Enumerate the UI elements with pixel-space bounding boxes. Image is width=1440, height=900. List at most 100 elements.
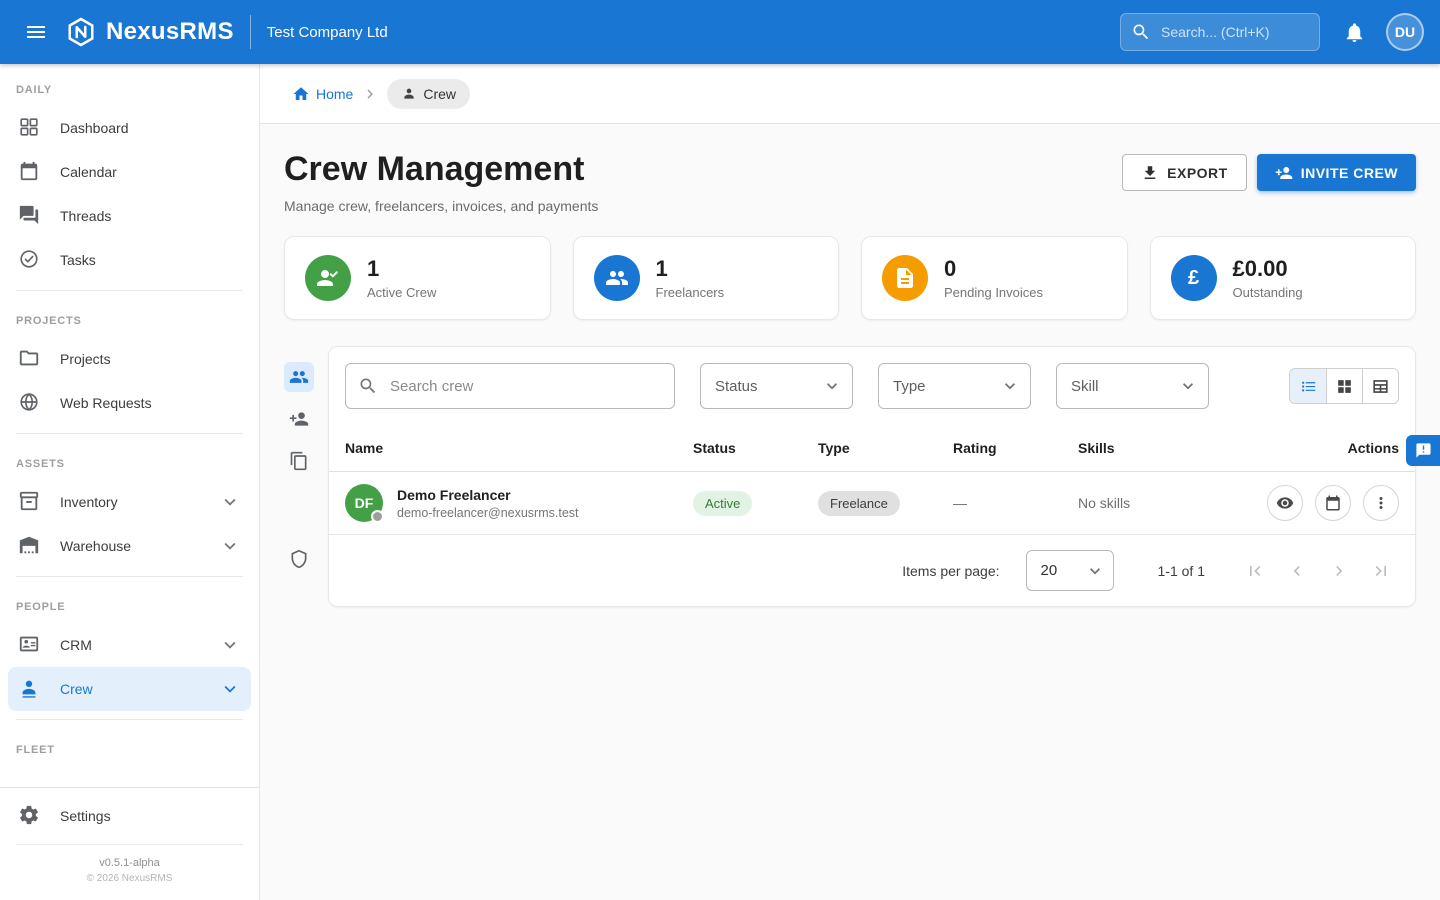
sidebar-item-tasks[interactable]: Tasks — [8, 238, 251, 282]
first-page-icon — [1245, 561, 1265, 581]
crew-search-input[interactable] — [388, 377, 662, 396]
crm-icon — [18, 633, 42, 657]
next-page-button[interactable] — [1321, 553, 1357, 589]
table-view-icon — [1371, 377, 1390, 396]
chevron-down-icon — [219, 634, 241, 656]
sidebar-item-warehouse[interactable]: Warehouse — [8, 524, 251, 568]
column-header-actions: Actions — [1215, 425, 1415, 472]
gear-icon — [18, 804, 42, 828]
grid-view-button[interactable] — [1326, 369, 1362, 403]
more-actions-button[interactable] — [1363, 485, 1399, 521]
section-label-projects: PROJECTS — [0, 299, 259, 337]
global-search[interactable] — [1120, 13, 1320, 51]
export-button[interactable]: EXPORT — [1122, 154, 1247, 191]
sidebar-item-dashboard[interactable]: Dashboard — [8, 106, 251, 150]
copyright: © 2026 NexusRMS — [16, 873, 243, 884]
pagination-range: 1-1 of 1 — [1158, 563, 1205, 579]
sidebar-item-calendar[interactable]: Calendar — [8, 150, 251, 194]
search-icon — [1131, 22, 1151, 42]
sidebar-item-crew[interactable]: Crew — [8, 667, 251, 711]
skill-filter-select[interactable]: Skill — [1056, 363, 1209, 409]
sidebar-item-label: Web Requests — [60, 395, 152, 411]
schedule-crew-button[interactable] — [1315, 485, 1351, 521]
page-header: Crew Management Manage crew, freelancers… — [284, 150, 1416, 214]
sidebar-divider — [16, 433, 243, 434]
app-version: v0.5.1-alpha — [16, 857, 243, 869]
sidebar-item-label: CRM — [60, 637, 92, 653]
sidebar-footer: v0.5.1-alpha © 2026 NexusRMS — [16, 844, 243, 894]
sidebar-item-threads[interactable]: Threads — [8, 194, 251, 238]
person-add-icon — [1275, 164, 1293, 182]
person-check-icon — [305, 255, 351, 301]
global-search-input[interactable] — [1159, 23, 1309, 41]
table-view-button[interactable] — [1362, 369, 1398, 403]
view-crew-button[interactable] — [1267, 485, 1303, 521]
notifications-button[interactable] — [1334, 12, 1374, 52]
rail-documents-button[interactable] — [284, 446, 314, 476]
hamburger-icon — [24, 20, 48, 44]
stat-label: Outstanding — [1233, 285, 1303, 300]
sidebar-item-label: Warehouse — [60, 538, 131, 554]
brand[interactable]: NexusRMS — [66, 17, 234, 47]
user-avatar[interactable]: DU — [1386, 13, 1424, 51]
company-name: Test Company Ltd — [267, 24, 388, 41]
status-filter-select[interactable]: Status — [700, 363, 853, 409]
last-page-icon — [1371, 561, 1391, 581]
rail-invite-button[interactable] — [284, 404, 314, 434]
search-icon — [358, 376, 378, 396]
pagination-nav — [1237, 553, 1399, 589]
menu-button[interactable] — [16, 12, 56, 52]
first-page-button[interactable] — [1237, 553, 1273, 589]
more-vert-icon — [1372, 494, 1390, 512]
person-icon — [401, 86, 417, 102]
sidebar-item-crm[interactable]: CRM — [8, 623, 251, 667]
chevron-down-icon — [822, 376, 842, 396]
sidebar-item-settings[interactable]: Settings — [8, 794, 251, 838]
section-label-people: PEOPLE — [0, 585, 259, 623]
calendar-icon — [18, 160, 42, 184]
breadcrumb-home-link[interactable]: Home — [292, 85, 353, 103]
list-view-button[interactable] — [1290, 369, 1326, 403]
stat-card-pending-invoices: 0 Pending Invoices — [861, 236, 1128, 320]
feedback-button[interactable] — [1406, 435, 1440, 466]
sidebar-item-projects[interactable]: Projects — [8, 337, 251, 381]
column-header-type: Type — [802, 425, 937, 472]
chevron-down-icon — [219, 491, 241, 513]
threads-icon — [18, 204, 42, 228]
stat-label: Freelancers — [656, 285, 725, 300]
sidebar-item-inventory[interactable]: Inventory — [8, 480, 251, 524]
items-per-page-value: 20 — [1041, 562, 1058, 579]
grid-view-icon — [1335, 377, 1354, 396]
sidebar-divider — [16, 576, 243, 577]
table-row[interactable]: DF Demo Freelancer demo-freelancer@nexus… — [329, 472, 1415, 535]
tasks-icon — [18, 248, 42, 272]
sidebar-bottom: Settings v0.5.1-alpha © 2026 NexusRMS — [0, 787, 259, 900]
type-filter-select[interactable]: Type — [878, 363, 1031, 409]
rail-permissions-button[interactable] — [284, 544, 314, 574]
pound-icon: £ — [1171, 255, 1217, 301]
column-header-rating: Rating — [937, 425, 1062, 472]
rating-value: — — [953, 495, 967, 511]
sidebar-item-label: Tasks — [60, 252, 96, 268]
stat-value: £0.00 — [1233, 256, 1303, 282]
stat-label: Active Crew — [367, 285, 436, 300]
folder-icon — [18, 347, 42, 371]
invite-crew-button[interactable]: INVITE CREW — [1257, 154, 1416, 191]
breadcrumb-current-chip[interactable]: Crew — [387, 79, 470, 109]
stat-card-freelancers: 1 Freelancers — [573, 236, 840, 320]
list-view-icon — [1299, 377, 1318, 396]
crew-filters: Status Type Skill — [329, 347, 1415, 425]
items-per-page-select[interactable]: 20 — [1026, 550, 1114, 591]
previous-page-button[interactable] — [1279, 553, 1315, 589]
type-filter-label: Type — [893, 378, 926, 395]
last-page-button[interactable] — [1363, 553, 1399, 589]
crew-search[interactable] — [345, 363, 675, 409]
rail-crew-list-button[interactable] — [284, 362, 314, 392]
stat-cards: 1 Active Crew 1 Freelancers 0 — [284, 236, 1416, 320]
sidebar-item-web-requests[interactable]: Web Requests — [8, 381, 251, 425]
brand-name: NexusRMS — [106, 18, 234, 46]
nexusrms-logo-icon — [66, 17, 96, 47]
sidebar-nav: DAILY Dashboard Calendar Threads Tasks P… — [0, 64, 259, 787]
status-filter-label: Status — [715, 378, 758, 395]
dashboard-icon — [18, 116, 42, 140]
